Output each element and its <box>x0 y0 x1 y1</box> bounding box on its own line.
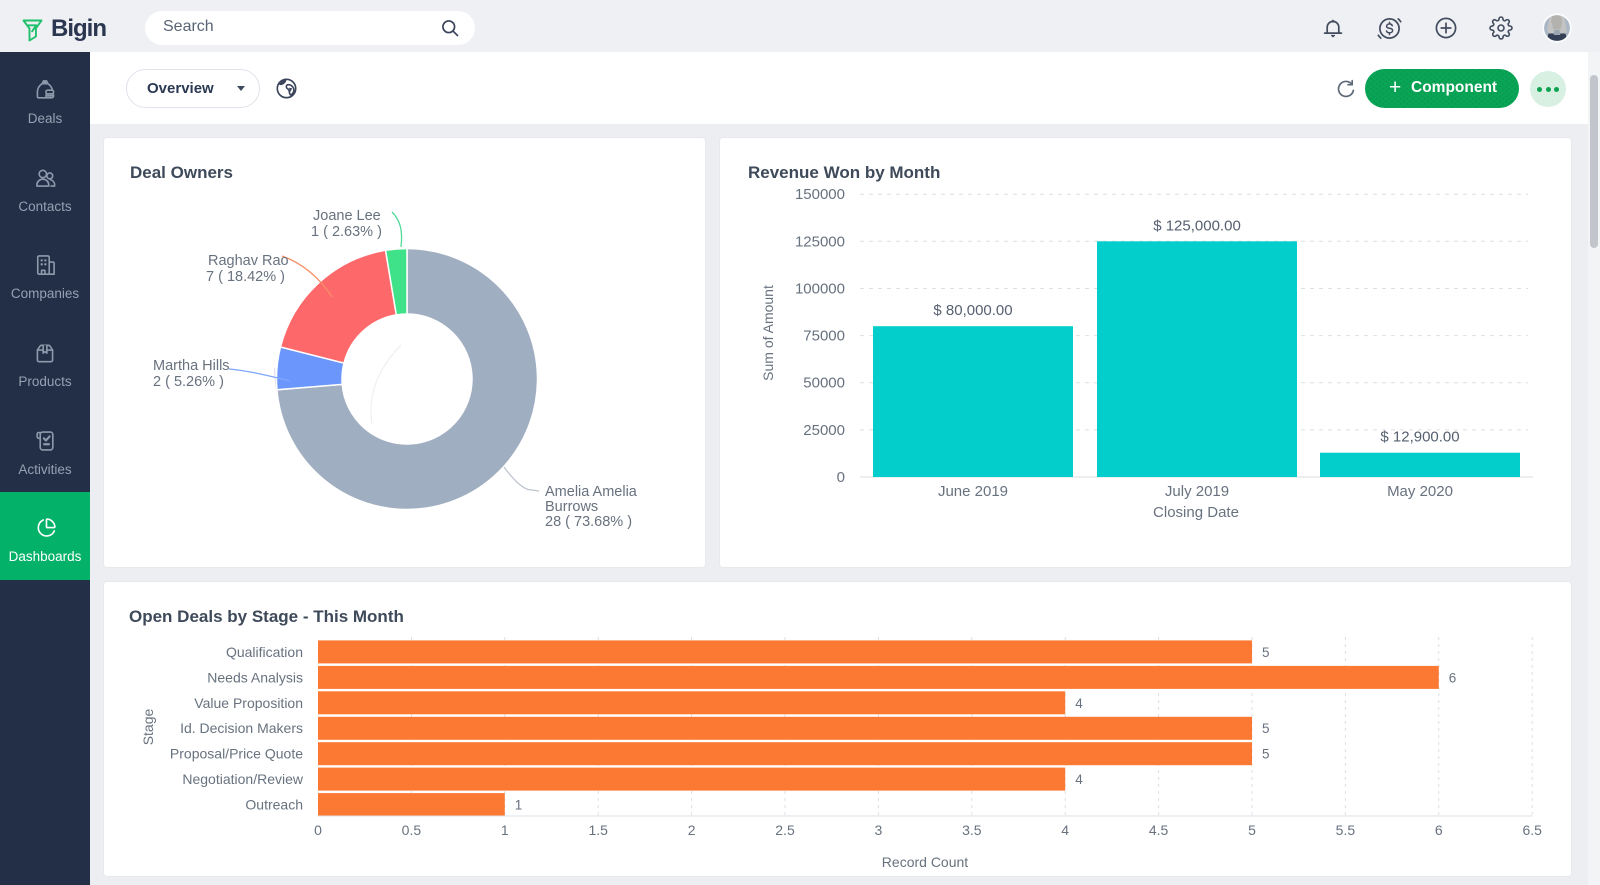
svg-text:0.5: 0.5 <box>402 822 422 838</box>
svg-text:Stage: Stage <box>140 708 156 745</box>
svg-text:6: 6 <box>1435 822 1443 838</box>
svg-text:Amelia Amelia: Amelia Amelia <box>545 484 638 500</box>
svg-text:2: 2 <box>688 822 696 838</box>
svg-text:50000: 50000 <box>803 375 845 392</box>
svg-text:125000: 125000 <box>795 233 845 250</box>
svg-text:3: 3 <box>875 822 883 838</box>
svg-text:0: 0 <box>837 469 845 486</box>
svg-text:Negotiation/Review: Negotiation/Review <box>182 771 304 787</box>
svg-text:100000: 100000 <box>795 281 845 298</box>
svg-text:Id. Decision Makers: Id. Decision Makers <box>180 720 303 736</box>
svg-text:Needs Analysis: Needs Analysis <box>207 669 303 685</box>
svg-text:2 ( 5.26% ): 2 ( 5.26% ) <box>153 374 224 390</box>
svg-text:5.5: 5.5 <box>1336 822 1356 838</box>
svg-text:28 ( 73.68% ): 28 ( 73.68% ) <box>545 514 632 530</box>
svg-text:6: 6 <box>1449 670 1457 685</box>
svg-text:$ 12,900.00: $ 12,900.00 <box>1380 429 1459 446</box>
svg-text:Outreach: Outreach <box>245 797 303 813</box>
svg-text:Value Proposition: Value Proposition <box>194 695 303 711</box>
svg-text:2.5: 2.5 <box>775 822 795 838</box>
svg-text:Record Count: Record Count <box>882 854 968 870</box>
svg-text:Burrows: Burrows <box>545 499 598 515</box>
svg-text:Raghav Rao: Raghav Rao <box>208 253 289 269</box>
svg-text:4: 4 <box>1075 696 1083 711</box>
svg-text:Revenue Won by Month: Revenue Won by Month <box>748 163 940 182</box>
svg-text:5: 5 <box>1262 721 1270 736</box>
svg-text:Joane Lee: Joane Lee <box>313 208 381 224</box>
svg-text:1: 1 <box>515 798 523 813</box>
svg-text:1 ( 2.63% ): 1 ( 2.63% ) <box>311 224 382 240</box>
svg-text:July 2019: July 2019 <box>1165 483 1229 500</box>
svg-text:Proposal/Price Quote: Proposal/Price Quote <box>170 746 303 762</box>
svg-text:Sum of Amount: Sum of Amount <box>760 285 776 381</box>
svg-text:5: 5 <box>1262 645 1270 660</box>
svg-text:4: 4 <box>1061 822 1069 838</box>
svg-text:1: 1 <box>501 822 509 838</box>
svg-text:$ 125,000.00: $ 125,000.00 <box>1153 217 1241 234</box>
svg-text:1.5: 1.5 <box>588 822 608 838</box>
svg-text:150000: 150000 <box>795 186 845 203</box>
svg-text:June 2019: June 2019 <box>938 483 1008 500</box>
svg-text:4: 4 <box>1075 772 1083 787</box>
svg-text:Qualification: Qualification <box>226 644 303 660</box>
svg-text:7 ( 18.42% ): 7 ( 18.42% ) <box>206 269 285 285</box>
svg-text:0: 0 <box>314 822 322 838</box>
svg-text:$ 80,000.00: $ 80,000.00 <box>933 302 1012 319</box>
svg-text:Martha Hills: Martha Hills <box>153 358 230 374</box>
svg-text:75000: 75000 <box>803 328 845 345</box>
svg-text:Open Deals by Stage - This Mon: Open Deals by Stage - This Month <box>129 607 404 626</box>
svg-text:Closing Date: Closing Date <box>1153 504 1239 521</box>
svg-text:Deal Owners: Deal Owners <box>130 163 233 182</box>
svg-text:5: 5 <box>1262 747 1270 762</box>
svg-text:6.5: 6.5 <box>1522 822 1542 838</box>
svg-text:3.5: 3.5 <box>962 822 982 838</box>
svg-text:May 2020: May 2020 <box>1387 483 1453 500</box>
svg-text:4.5: 4.5 <box>1149 822 1169 838</box>
svg-text:5: 5 <box>1248 822 1256 838</box>
svg-text:25000: 25000 <box>803 422 845 439</box>
